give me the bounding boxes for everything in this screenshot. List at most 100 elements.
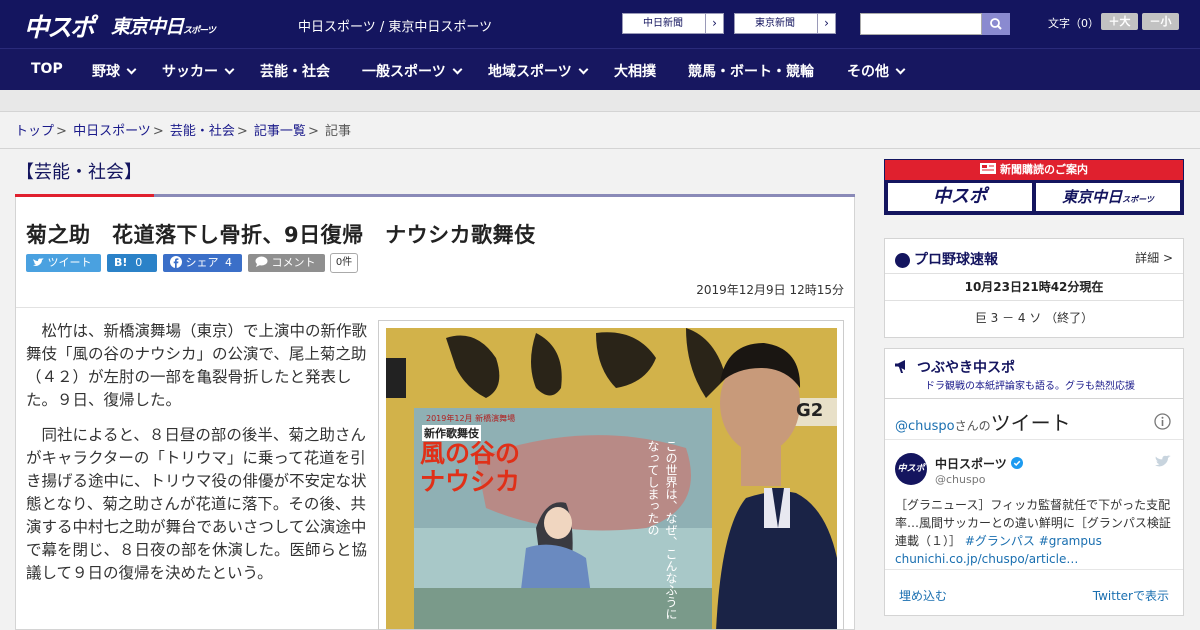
header-spacer	[0, 90, 1200, 112]
newspaper-icon	[980, 163, 996, 174]
poster-title: 風の谷のナウシカ	[420, 439, 521, 496]
baseball-score[interactable]: 巨 3 － 4 ソ （終了）	[885, 309, 1183, 326]
site-header: 中スポ 東京中日スポーツ 中日スポーツ / 東京中日スポーツ 中日新聞 › 東京新…	[0, 0, 1200, 48]
comment-label: コメント	[271, 256, 316, 269]
facebook-share-label: シェア	[185, 256, 219, 269]
banner-tokyo-chunichi-logo[interactable]: 東京中日スポーツ	[1036, 183, 1180, 211]
tweet-account-name[interactable]: 中日スポーツ	[935, 455, 1023, 472]
article-photo[interactable]: 2019年12月 新橋演舞場 新作歌舞伎 風の谷のナウシカ G2 この世界は、な…	[378, 320, 844, 630]
breadcrumb-chunichi-sports[interactable]: 中日スポーツ	[73, 124, 151, 139]
chuspo-logo[interactable]: 中スポ	[24, 8, 95, 44]
baseball-title-text: プロ野球速報	[914, 252, 998, 268]
info-icon[interactable]	[1154, 413, 1171, 430]
banner-tokyo-logo-text: 東京中日	[1062, 188, 1123, 206]
breadcrumb: トップ > 中日スポーツ > 芸能・社会 > 記事一覧 > 記事	[15, 120, 351, 139]
avatar[interactable]: 中スポ	[895, 453, 927, 485]
comment-button[interactable]: コメント	[248, 254, 325, 272]
site-names: 中日スポーツ / 東京中日スポーツ	[298, 20, 493, 35]
chevron-down-icon	[578, 64, 589, 75]
embed-link[interactable]: 埋め込む	[899, 587, 947, 604]
chunichi-shimbun-link[interactable]: 中日新聞 ›	[622, 13, 724, 34]
font-size-label: 文字（0）	[1048, 17, 1099, 30]
font-smaller-button[interactable]: －小	[1142, 13, 1179, 30]
hatena-count: 0	[135, 256, 143, 269]
breadcrumb-sep: >	[56, 124, 67, 139]
tokyo-logo-text: 東京中日	[111, 16, 184, 38]
breadcrumb-sep: >	[152, 124, 164, 139]
font-larger-button[interactable]: ＋大	[1101, 13, 1138, 30]
subscription-banner-header: 新聞購読のご案内	[885, 160, 1183, 180]
tweet-hashtags[interactable]: #グランパス #grampus	[965, 534, 1102, 548]
tweet-button[interactable]: ツイート	[26, 254, 101, 272]
article-divider	[16, 307, 854, 308]
nav-item-1[interactable]: 野球	[92, 61, 137, 81]
banner-tokyo-logo-small: スポーツ	[1122, 195, 1154, 204]
subscription-banner-title: 新聞購読のご案内	[1000, 163, 1088, 176]
baseball-update-time: 10月23日21時42分現在	[885, 273, 1183, 301]
breadcrumb-entertainment[interactable]: 芸能・社会	[170, 124, 235, 139]
breadcrumb-sep: >	[307, 124, 319, 139]
tweet-link[interactable]: chunichi.co.jp/chuspo/article…	[895, 552, 1078, 566]
view-on-twitter-link[interactable]: Twitterで表示	[1093, 587, 1169, 604]
poster-tag: G2	[796, 400, 824, 421]
nav-item-5[interactable]: 地域スポーツ	[488, 61, 589, 81]
comment-count: 0件	[330, 253, 358, 273]
nav-item-7[interactable]: 競馬・ボート・競輪	[688, 61, 814, 81]
tokyo-shimbun-link[interactable]: 東京新聞 ›	[734, 13, 836, 34]
tokyo-chunichi-logo[interactable]: 東京中日スポーツ	[111, 12, 216, 39]
timeline-handle[interactable]: @chuspo	[895, 419, 955, 434]
chevron-down-icon	[126, 64, 137, 75]
twitter-timeline: @chuspoさんのツイート 中スポ 中日スポーツ @chuspo ［グラニュー…	[884, 398, 1184, 616]
timeline-tweets-label: ツイート	[990, 411, 1071, 435]
nav-item-label: TOP	[31, 61, 63, 77]
nav-item-label: 野球	[92, 64, 120, 80]
nav-item-4[interactable]: 一般スポーツ	[362, 61, 463, 81]
tokyo-logo-small: スポーツ	[183, 26, 216, 36]
chevron-down-icon	[895, 64, 906, 75]
nav-item-0[interactable]: TOP	[31, 61, 63, 77]
nav-item-label: サッカー	[162, 64, 218, 80]
article-paragraph: 同社によると、８日昼の部の後半、菊之助さんがキャラクターの「トリウマ」に乗って花…	[26, 426, 368, 582]
subscription-banner[interactable]: 新聞購読のご案内 中スポ 東京中日スポーツ	[884, 159, 1184, 215]
twitter-bird-icon[interactable]	[1155, 455, 1171, 468]
breadcrumb-article-list[interactable]: 記事一覧	[254, 124, 306, 139]
nav-item-8[interactable]: その他	[847, 61, 906, 81]
breadcrumb-top[interactable]: トップ	[15, 124, 54, 139]
timeline-handle-suffix: さんの	[954, 419, 991, 433]
timeline-heading: @chuspoさんのツイート	[895, 407, 1071, 436]
article-date: 2019年12月9日 12時15分	[696, 283, 844, 297]
nav-item-3[interactable]: 芸能・社会	[260, 61, 330, 81]
chevron-right-icon: ›	[705, 14, 723, 33]
chevron-down-icon	[224, 64, 235, 75]
search-input[interactable]	[860, 13, 982, 35]
photo-image: 2019年12月 新橋演舞場 新作歌舞伎 風の谷のナウシカ G2 この世界は、な…	[386, 328, 837, 629]
poster-date-text: 2019年12月 新橋演舞場	[426, 414, 516, 423]
tweet-text: ［グラニュース］フィッカ監督就任で下がった支配率…風間サッカーとの違い鮮明に［グ…	[895, 496, 1175, 568]
tweet-account-handle[interactable]: @chuspo	[935, 473, 985, 486]
article-headline: 菊之助 花道落下し骨折、9日復帰 ナウシカ歌舞伎	[26, 223, 536, 247]
twitter-bird-icon	[33, 258, 44, 266]
facebook-share-button[interactable]: シェア 4	[163, 254, 242, 272]
hatena-bookmark-button[interactable]: B! 0	[107, 254, 157, 272]
chevron-right-icon: ›	[817, 14, 835, 33]
megaphone-icon	[895, 360, 905, 373]
speech-bubble-icon	[255, 256, 268, 267]
tweet-account-name-text: 中日スポーツ	[935, 457, 1007, 471]
facebook-icon	[170, 256, 182, 268]
search-button[interactable]	[982, 13, 1010, 35]
nav-item-label: 競馬・ボート・競輪	[688, 64, 814, 80]
nav-item-6[interactable]: 大相撲	[614, 61, 656, 81]
tweets-title-text: つぶやき中スポ	[917, 360, 1015, 376]
timeline-footer-divider	[885, 569, 1183, 570]
breadcrumb-current: 記事	[324, 124, 351, 139]
hatena-label: B!	[114, 256, 128, 269]
nav-item-2[interactable]: サッカー	[162, 61, 235, 81]
baseball-icon	[895, 252, 910, 268]
tokyo-shimbun-label: 東京新聞	[755, 18, 795, 29]
baseball-detail-link[interactable]: 詳細 >	[1135, 249, 1173, 266]
breadcrumb-sep: >	[236, 124, 248, 139]
facebook-share-count: 4	[225, 256, 232, 269]
main-nav: TOP 野球 サッカー 芸能・社会 一般スポーツ 地域スポーツ 大相撲 競馬・ボート・競輪 その…	[0, 48, 1200, 90]
banner-chuspo-logo[interactable]: 中スポ	[888, 183, 1032, 211]
poster-vertical-text: この世界は、なぜ、こんなふうになってしまったの	[646, 440, 678, 620]
